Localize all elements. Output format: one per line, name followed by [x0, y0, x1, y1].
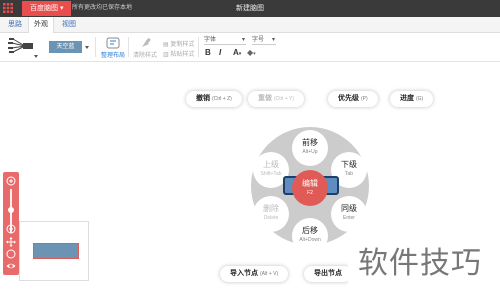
zoom-in-icon[interactable]	[6, 176, 16, 186]
clear-style-button[interactable]: 清除样式	[133, 50, 157, 59]
paste-style-button[interactable]: ▥ 粘贴样式	[163, 49, 194, 58]
chevron-down-icon: ▾	[238, 51, 242, 57]
zoom-panel	[3, 172, 19, 275]
brush-icon	[142, 37, 151, 47]
title-bar: 百度脑图 ▾ 所有更改均已保存本地 新建脑图	[0, 0, 500, 17]
import-node-hint[interactable]: 导入节点 (Alt + V)	[220, 266, 289, 282]
tab-appearance[interactable]: 外观	[28, 17, 54, 33]
theme-dropdown-caret[interactable]	[85, 46, 89, 49]
locate-icon[interactable]	[6, 249, 16, 259]
tab-view[interactable]: 视图	[57, 17, 81, 32]
toolbar-divider	[198, 37, 199, 57]
italic-button[interactable]: I	[219, 48, 221, 57]
minimap[interactable]	[19, 221, 89, 281]
toolbar-divider	[128, 37, 129, 57]
theme-button[interactable]: 天空蓝	[49, 41, 82, 53]
bold-button[interactable]: B	[205, 48, 211, 57]
toolbar-divider	[95, 37, 96, 57]
copy-style-button[interactable]: ▤ 复制样式	[163, 39, 194, 48]
zoom-out-icon[interactable]	[6, 224, 16, 234]
watermark-text: 软件技巧	[358, 247, 482, 280]
document-title[interactable]: 新建脑图	[0, 0, 500, 17]
move-icon[interactable]	[6, 237, 16, 247]
zoom-slider-handle[interactable]	[8, 207, 14, 213]
minimap-node	[33, 243, 79, 259]
undo-hint[interactable]: 撤销 (Ctrl + Z)	[186, 91, 242, 107]
delete-button[interactable]: 删除 Delete	[253, 196, 289, 232]
tab-idea[interactable]: 思路	[3, 17, 27, 32]
move-down-button[interactable]: 后移 Alt+Down	[292, 218, 328, 254]
mindmap-structure-icon[interactable]	[8, 35, 34, 57]
priority-hint[interactable]: 优先级 (P)	[328, 91, 378, 107]
eye-icon[interactable]	[6, 261, 16, 271]
chevron-down-icon: ▾	[253, 51, 256, 57]
arrange-layout-icon	[106, 37, 120, 49]
arrange-layout-button[interactable]: 整理布局	[101, 50, 125, 59]
edit-button[interactable]: 编辑 F2	[292, 170, 328, 206]
chevron-down-icon: ▾	[271, 37, 275, 43]
font-family-select[interactable]: 字体 ▾	[204, 36, 246, 45]
redo-hint[interactable]: 重做 (Ctrl + Y)	[248, 91, 305, 107]
export-node-hint[interactable]: 导出节点	[304, 266, 352, 282]
highlight-button[interactable]: ◆▾	[247, 48, 256, 57]
chevron-down-icon: ▾	[241, 37, 245, 43]
watermark: 软件技巧	[348, 228, 500, 294]
add-sibling-button[interactable]: 同级 Enter	[331, 196, 367, 232]
move-up-button[interactable]: 前移 Alt+Up	[292, 130, 328, 166]
font-size-select[interactable]: 字号 ▾	[252, 36, 276, 45]
structure-dropdown-caret[interactable]	[34, 55, 38, 58]
progress-hint[interactable]: 进度 (G)	[390, 91, 434, 107]
font-color-button[interactable]: A▾	[233, 48, 241, 57]
tab-bar: 思路 外观 视图	[0, 17, 500, 33]
